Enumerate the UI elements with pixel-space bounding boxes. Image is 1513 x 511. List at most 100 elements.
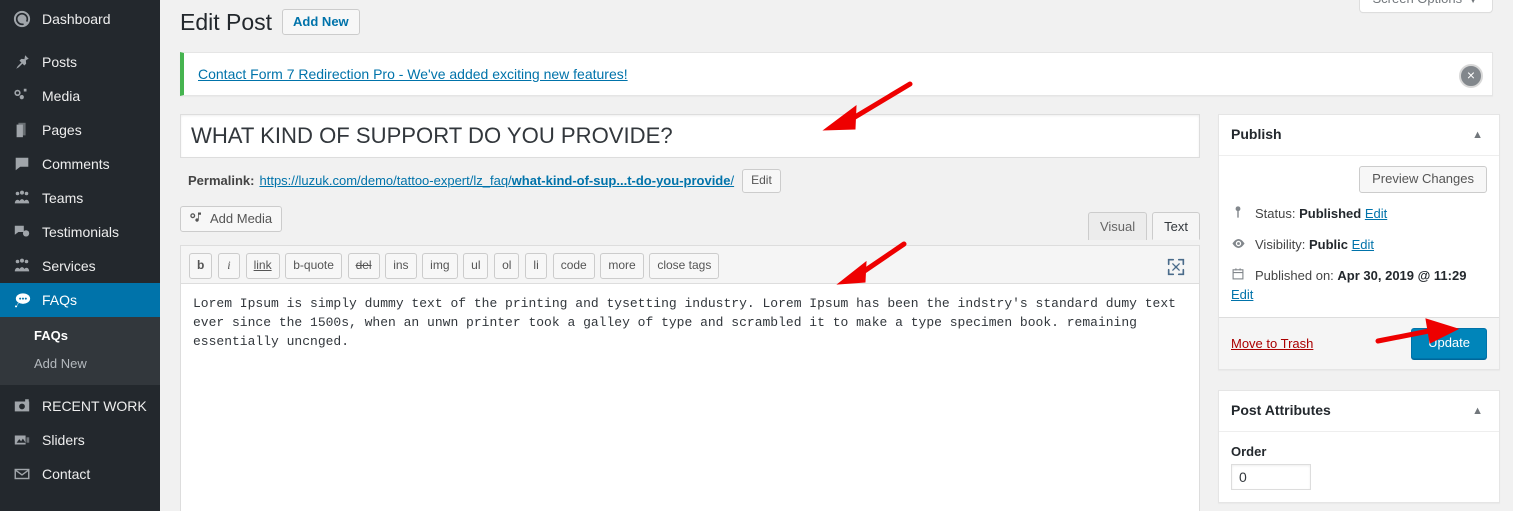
sidebar-item-dashboard[interactable]: Dashboard — [0, 2, 160, 36]
sidebar-item-contact[interactable]: Contact — [0, 457, 160, 491]
faq-bubble-icon — [12, 290, 32, 310]
published-date: Apr 30, 2019 @ 11:29 — [1337, 268, 1467, 284]
publish-actions: Move to Trash Update — [1219, 316, 1499, 370]
sidebar-item-label: Services — [42, 258, 96, 274]
tab-visual[interactable]: Visual — [1087, 211, 1148, 241]
sidebar-item-label: Testimonials — [42, 224, 120, 240]
testimonials-icon — [12, 222, 32, 242]
generic-icon — [12, 508, 32, 511]
quicktag-close-tags[interactable]: close tags — [649, 252, 720, 279]
menu-order-input[interactable] — [1231, 463, 1311, 490]
quicktag-more[interactable]: more — [600, 252, 644, 279]
quicktag-del[interactable]: del — [347, 252, 380, 279]
permalink-base: https://luzuk.com/demo/tattoo-expert/lz_… — [259, 173, 512, 189]
sidebar-item-sliders[interactable]: Sliders — [0, 423, 160, 457]
sidebar-item-label: Dashboard — [42, 11, 111, 27]
quicktag-ul[interactable]: ul — [463, 252, 489, 279]
sidebar-item-services[interactable]: Services — [0, 249, 160, 283]
edit-visibility-link[interactable]: Edit — [1352, 236, 1374, 255]
attributes-box-title: Post Attributes — [1231, 402, 1331, 419]
sidebar-item-testimonials[interactable]: Testimonials — [0, 215, 160, 249]
fullscreen-icon[interactable] — [1165, 256, 1189, 280]
quicktag-bquote[interactable]: b-quote — [285, 252, 342, 279]
menu-separator — [0, 36, 160, 45]
sidebar-item-label: FAQs — [42, 292, 78, 308]
submenu-item-faqs[interactable]: FAQs — [0, 322, 160, 350]
media-icon — [12, 86, 32, 106]
order-label: Order — [1231, 443, 1267, 459]
faqs-submenu: FAQs Add New — [0, 317, 160, 385]
sidebar-item-pages[interactable]: Pages — [0, 113, 160, 147]
update-button[interactable]: Update — [1411, 327, 1487, 360]
edit-permalink-button[interactable]: Edit — [742, 169, 781, 193]
edit-status-link[interactable]: Edit — [1365, 205, 1387, 224]
tab-text[interactable]: Text — [1152, 211, 1200, 241]
add-media-label: Add Media — [210, 210, 273, 226]
users-icon — [12, 256, 32, 276]
screen-options-label: Screen Options — [1372, 0, 1462, 6]
sidebar-item-media[interactable]: Media — [0, 79, 160, 113]
sidebar-item-comments[interactable]: Comments — [0, 147, 160, 181]
permalink-label: Permalink: — [188, 173, 255, 189]
sidebar-item-label: Media — [42, 88, 81, 104]
sidebar-item-label: Comments — [42, 156, 110, 172]
users-icon — [12, 188, 32, 208]
sidebar-item-label: Sliders — [42, 431, 85, 448]
attributes-box-body: Order — [1219, 432, 1499, 502]
post-attributes-box: Post Attributes ▲ Order — [1218, 390, 1500, 503]
sidebar-item-label: RECENT WORK — [42, 397, 147, 414]
submenu-item-add-new[interactable]: Add New — [0, 350, 160, 378]
editor-wrap: b i link b-quote del ins img ul ol li co — [180, 244, 1200, 511]
publish-box: Publish ▲ Preview Changes Status: Publis… — [1218, 114, 1500, 371]
sidebar-item-faqs[interactable]: FAQs — [0, 283, 160, 317]
sidebar-item-teams[interactable]: Teams — [0, 181, 160, 215]
chevron-up-icon[interactable]: ▲ — [1468, 405, 1487, 417]
editor-mode-tabs: Visual Text — [1083, 206, 1200, 241]
sidebar-item-label: Contact — [42, 465, 91, 482]
preview-changes-button[interactable]: Preview Changes — [1359, 165, 1487, 194]
post-content-textarea[interactable] — [181, 282, 1199, 511]
preview-row: Preview Changes — [1231, 165, 1487, 194]
edit-date-link[interactable]: Edit — [1231, 287, 1253, 302]
admin-body: Screen Options ▼ Edit Post Add New Contac… — [160, 0, 1513, 511]
published-edit-wrap: Edit — [1231, 286, 1487, 305]
quicktag-ol[interactable]: ol — [494, 252, 520, 279]
pin-marker-icon — [1231, 205, 1251, 219]
sidebar-item-partial[interactable] — [0, 501, 160, 511]
dashboard-icon — [12, 9, 32, 29]
quicktag-italic[interactable]: i — [217, 252, 240, 279]
notice-link[interactable]: Contact Form 7 Redirection Pro - We've a… — [198, 66, 628, 82]
sidebar-postboxes: Publish ▲ Preview Changes Status: Publis… — [1218, 114, 1500, 511]
publish-box-title: Publish — [1231, 126, 1282, 142]
add-media-button[interactable]: Add Media — [180, 205, 283, 233]
screen-options-button[interactable]: Screen Options ▼ — [1359, 0, 1493, 13]
page-header: Edit Post Add New — [180, 0, 1493, 40]
status-label: Status: — [1255, 206, 1296, 222]
comments-icon — [12, 154, 32, 174]
publish-box-header: Publish ▲ — [1219, 115, 1499, 156]
add-new-button[interactable]: Add New — [282, 8, 360, 36]
sidebar-item-recent-work[interactable]: RECENT WORK — [0, 389, 160, 423]
chevron-up-icon[interactable]: ▲ — [1468, 129, 1487, 141]
permalink-row: Permalink: https://luzuk.com/demo/tattoo… — [180, 158, 1200, 193]
post-title-input[interactable] — [180, 114, 1200, 158]
quicktag-img[interactable]: img — [422, 252, 458, 279]
published-label: Published on: — [1255, 268, 1334, 284]
quicktag-li[interactable]: li — [525, 252, 548, 279]
close-icon[interactable]: × — [1459, 64, 1483, 88]
visibility-label: Visibility: — [1255, 237, 1306, 253]
quicktag-ins[interactable]: ins — [385, 252, 417, 279]
post-editor-layout: Permalink: https://luzuk.com/demo/tattoo… — [180, 114, 1500, 511]
sidebar-item-posts[interactable]: Posts — [0, 45, 160, 79]
chevron-down-icon: ▼ — [1468, 0, 1478, 6]
quicktag-code[interactable]: code — [552, 252, 595, 279]
publish-box-body: Preview Changes Status: Published Edit V… — [1219, 156, 1499, 317]
quicktag-bold[interactable]: b — [189, 252, 213, 279]
pages-icon — [12, 120, 32, 140]
admin-sidebar: Dashboard Posts Media Pages Comments Tea… — [0, 0, 160, 511]
quicktag-link[interactable]: link — [245, 252, 280, 279]
quicktags-toolbar: b i link b-quote del ins img ul ol li co — [181, 245, 1199, 283]
permalink-link[interactable]: https://luzuk.com/demo/tattoo-expert/lz_… — [259, 173, 734, 188]
move-to-trash-link[interactable]: Move to Trash — [1231, 336, 1313, 351]
visibility-value: Public — [1308, 237, 1348, 253]
